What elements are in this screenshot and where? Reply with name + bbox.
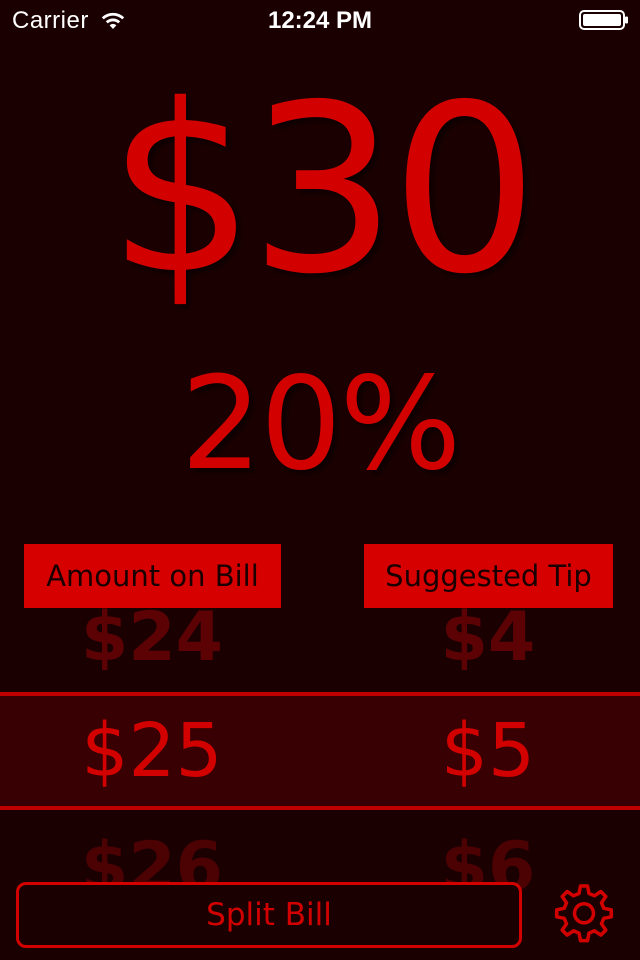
split-bill-button[interactable]: Split Bill xyxy=(16,882,522,948)
total-amount: $30 xyxy=(107,55,539,325)
bill-amount-picker[interactable]: $24 $4 $25 $5 $26 $6 xyxy=(0,560,640,907)
battery-icon xyxy=(579,10,628,30)
picker-row-selected[interactable]: $25 $5 xyxy=(0,692,640,810)
amount-on-bill-label: Amount on Bill xyxy=(24,544,281,608)
tip-calculator-screen: Carrier 12:24 PM $30 20% Amount on Bill … xyxy=(0,0,640,960)
status-bar: Carrier 12:24 PM xyxy=(0,0,640,40)
suggested-tip-label: Suggested Tip xyxy=(364,544,613,608)
picker-tip: $5 xyxy=(440,708,536,794)
status-time: 12:24 PM xyxy=(267,7,373,34)
gear-icon[interactable] xyxy=(552,882,616,946)
tip-percentage[interactable]: 20% xyxy=(0,345,640,505)
picker-amount: $25 xyxy=(81,708,223,794)
